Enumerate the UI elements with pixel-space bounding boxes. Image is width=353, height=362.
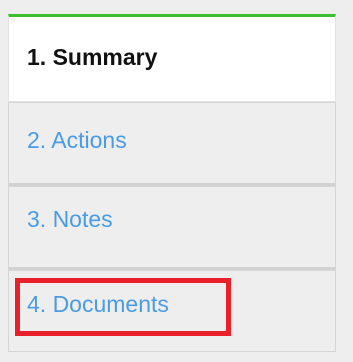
tab-actions-label: 2. Actions bbox=[27, 127, 127, 153]
tab-documents-label: 4. Documents bbox=[27, 291, 169, 317]
tab-summary-label: 1. Summary bbox=[27, 44, 158, 70]
tab-notes[interactable]: 3. Notes bbox=[8, 186, 336, 270]
tab-list: 1. Summary 2. Actions 3. Notes 4. Docume… bbox=[0, 0, 353, 362]
tab-actions[interactable]: 2. Actions bbox=[8, 102, 336, 186]
tab-documents[interactable]: 4. Documents bbox=[8, 270, 336, 352]
tab-notes-label: 3. Notes bbox=[27, 206, 113, 232]
tab-summary[interactable]: 1. Summary bbox=[8, 14, 336, 102]
